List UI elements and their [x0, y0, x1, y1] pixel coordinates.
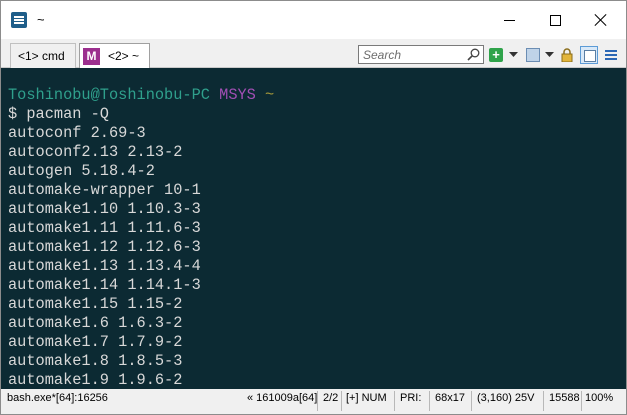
package-line: automake1.12 1.12.6-3 — [8, 238, 201, 256]
close-icon — [594, 13, 608, 27]
package-line: automake1.15 1.15-2 — [8, 295, 183, 313]
status-cursor[interactable]: (3,160) 25V — [477, 392, 534, 404]
terminal-output[interactable]: Toshinobu@Toshinobu-PC MSYS ~ $ pacman -… — [1, 68, 626, 389]
minimize-button[interactable] — [486, 1, 532, 39]
prompt-line: Toshinobu@Toshinobu-PC MSYS ~ — [8, 86, 274, 105]
status-bar: bash.exe*[64]:16256 « 161009a[64] 2/2 [+… — [1, 389, 626, 414]
tab-label: <1> cmd — [18, 49, 65, 63]
prompt-user-host: Toshinobu@Toshinobu-PC — [8, 86, 210, 104]
new-console-plus-icon[interactable]: + — [489, 48, 503, 62]
tab-bar: <1> cmd M <2> ~ Search + — [1, 39, 626, 68]
status-divider — [471, 391, 472, 411]
package-line: autogen 5.18.4-2 — [8, 162, 155, 180]
status-keys[interactable]: [+] NUM — [346, 392, 387, 404]
package-line: automake1.9 1.9.6-2 — [8, 371, 183, 389]
status-divider — [543, 391, 544, 411]
status-console[interactable]: 2/2 — [323, 392, 338, 404]
package-line: autoconf2.13 2.13-2 — [8, 143, 183, 161]
maximize-icon — [549, 14, 561, 26]
search-icon[interactable] — [467, 48, 480, 61]
package-line: automake1.10 1.10.3-3 — [8, 200, 201, 218]
status-divider — [394, 391, 395, 411]
minimize-icon — [503, 19, 515, 21]
prompt-path: ~ — [265, 86, 275, 104]
status-divider — [581, 391, 582, 411]
status-process[interactable]: bash.exe*[64]:16256 — [7, 392, 108, 404]
package-line: automake1.8 1.8.5-3 — [8, 352, 183, 370]
package-line: automake1.6 1.6.3-2 — [8, 314, 183, 332]
status-size[interactable]: 68x17 — [435, 392, 465, 404]
tab-cmd[interactable]: <1> cmd — [10, 43, 76, 68]
view-icon[interactable] — [526, 48, 540, 62]
status-build[interactable]: « 161009a[64] — [247, 392, 317, 404]
tab-label: <2> ~ — [108, 49, 140, 63]
status-divider — [317, 391, 318, 411]
msys-icon: M — [83, 47, 100, 65]
window-title: ~ — [37, 12, 45, 27]
maximize-button[interactable] — [532, 1, 578, 39]
status-pid[interactable]: 15588 — [549, 392, 580, 404]
status-divider — [429, 391, 430, 411]
package-line: automake1.11 1.11.6-3 — [8, 219, 201, 237]
package-line: automake1.13 1.13.4-4 — [8, 257, 201, 275]
status-priority[interactable]: PRI: — [400, 392, 421, 404]
prompt-system: MSYS — [219, 86, 256, 104]
close-button[interactable] — [578, 1, 624, 39]
tab-msys[interactable]: M <2> ~ — [79, 43, 150, 68]
search-placeholder: Search — [363, 48, 402, 62]
app-icon[interactable] — [11, 12, 27, 28]
panel-icon[interactable] — [580, 46, 598, 64]
title-bar[interactable]: ~ — [1, 1, 626, 39]
chevron-down-icon[interactable] — [545, 50, 554, 59]
package-line: autoconf 2.69-3 — [8, 124, 146, 142]
chevron-down-icon[interactable] — [509, 50, 518, 59]
package-line: automake1.7 1.7.9-2 — [8, 333, 183, 351]
command-line: $ pacman -Q — [8, 105, 109, 123]
conemu-window: ~ <1> cmd M <2> ~ Search + Toshinobu@Tos… — [0, 0, 627, 415]
menu-icon[interactable] — [604, 48, 618, 62]
package-line: automake-wrapper 10-1 — [8, 181, 201, 199]
lock-icon[interactable] — [560, 48, 574, 62]
package-line: automake1.14 1.14.1-3 — [8, 276, 201, 294]
status-zoom[interactable]: 100% — [585, 392, 613, 404]
search-input[interactable]: Search — [358, 45, 484, 64]
status-divider — [341, 391, 342, 411]
